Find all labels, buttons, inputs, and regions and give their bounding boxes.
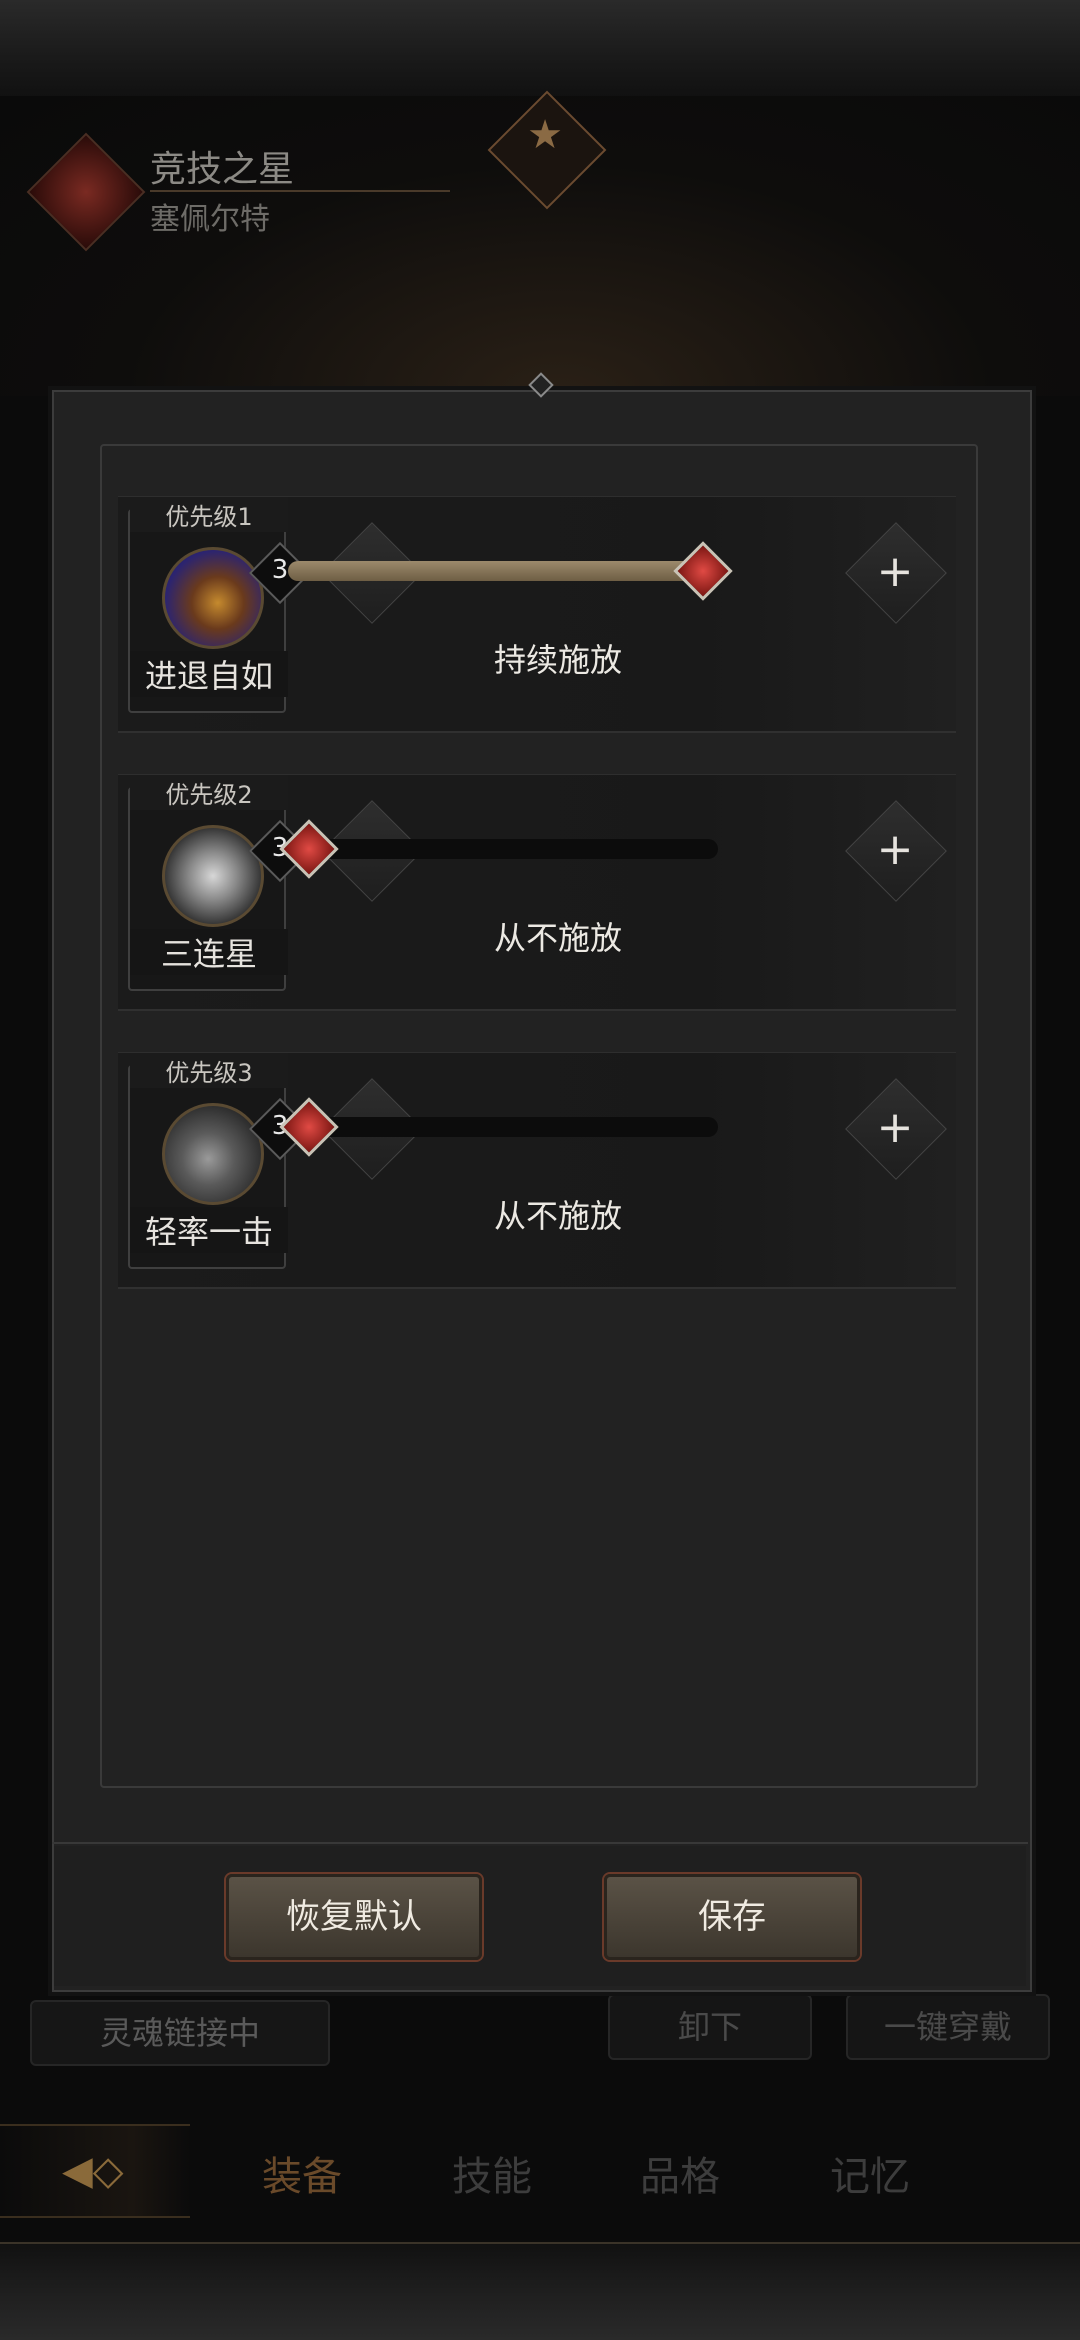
dialog-divider <box>52 1842 1028 1844</box>
skill-row-2: 优先级2 3 三连星 − + 从不施放 <box>118 774 956 1011</box>
plus-icon: + <box>876 1102 914 1153</box>
skill-slot[interactable]: 优先级3 3 轻率一击 <box>128 1053 312 1269</box>
unequip-button[interactable]: 卸下 <box>608 1994 812 2060</box>
save-button[interactable]: 保存 <box>604 1874 860 1960</box>
skill-name: 三连星 <box>130 929 288 975</box>
slider-fill <box>288 561 718 581</box>
skill-row-3: 优先级3 3 轻率一击 − + 从不施放 <box>118 1052 956 1289</box>
title-divider <box>150 190 450 192</box>
page-subtitle: 塞佩尔特 <box>150 202 270 237</box>
tab-equipment[interactable]: 装备 <box>262 2144 342 2202</box>
skill-icon-advance-retreat <box>162 547 264 649</box>
cast-mode-label: 持续施放 <box>493 641 622 679</box>
skill-name: 进退自如 <box>130 651 288 697</box>
slider-thumb[interactable] <box>673 541 733 601</box>
bottom-frame <box>0 2242 1080 2340</box>
priority-label: 优先级1 <box>130 497 288 532</box>
reset-default-button[interactable]: 恢复默认 <box>226 1874 482 1960</box>
top-frame <box>0 0 1080 98</box>
equip-all-button[interactable]: 一键穿戴 <box>846 1994 1050 2060</box>
tab-skills[interactable]: 技能 <box>452 2144 532 2202</box>
skill-slot[interactable]: 优先级1 3 进退自如 <box>128 497 312 713</box>
priority-label: 优先级2 <box>130 775 288 810</box>
skill-icon-reckless-strike <box>162 1103 264 1205</box>
back-arrow-icon: ◀◇ <box>62 2148 124 2194</box>
soul-link-button[interactable]: 灵魂链接中 <box>30 2000 330 2066</box>
cast-frequency-slider[interactable] <box>279 1097 718 1157</box>
priority-label: 优先级3 <box>130 1053 288 1088</box>
skill-slot[interactable]: 优先级2 3 三连星 <box>128 775 312 991</box>
plus-icon: + <box>876 546 914 597</box>
bottom-nav: ◀◇ 装备 技能 品格 记忆 <box>0 2112 1080 2236</box>
dialog-footer <box>54 1846 1026 1986</box>
tab-memory[interactable]: 记忆 <box>830 2144 910 2202</box>
page-title: 竞技之星 <box>150 149 295 190</box>
star-icon: ★ <box>527 112 563 158</box>
cast-mode-label: 从不施放 <box>493 919 622 957</box>
tab-character[interactable]: 品格 <box>640 2144 720 2202</box>
cast-mode-label: 从不施放 <box>493 1197 622 1235</box>
skill-row-1: 优先级1 3 进退自如 − + 持续施放 <box>118 496 956 733</box>
cast-frequency-slider[interactable] <box>279 819 718 879</box>
plus-icon: + <box>876 824 914 875</box>
skill-name: 轻率一击 <box>130 1207 288 1253</box>
skill-icon-triple-star <box>162 825 264 927</box>
cast-frequency-slider[interactable] <box>288 541 733 601</box>
back-button[interactable]: ◀◇ <box>0 2124 190 2218</box>
